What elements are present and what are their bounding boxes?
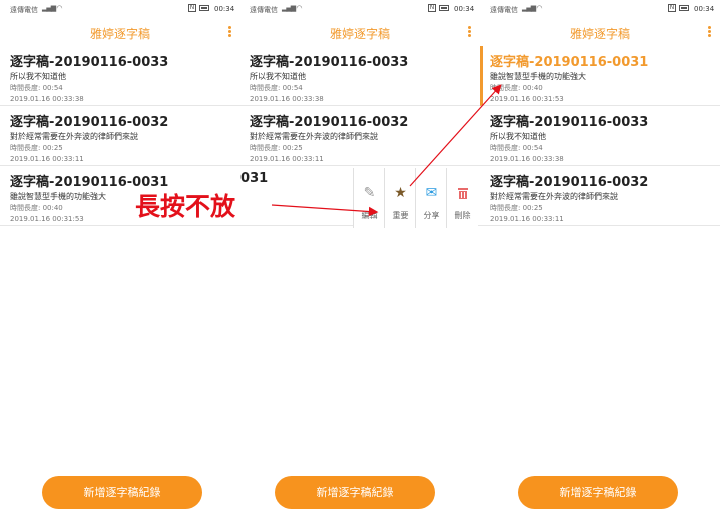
pencil-icon: ✎: [363, 185, 376, 201]
add-transcript-button[interactable]: 新增逐字稿紀錄: [42, 476, 202, 509]
item-date: 2019.01.16 00:31:53: [10, 215, 84, 223]
overflow-menu-icon[interactable]: [228, 26, 232, 38]
item-date: 2019.01.16 00:33:38: [490, 155, 564, 163]
item-title: 逐字稿-20190116-0033: [10, 55, 169, 70]
long-press-annotation: 長按不放: [135, 192, 236, 221]
nfc-icon: N: [668, 4, 676, 12]
item-description: 所以我不知道他: [10, 72, 66, 81]
starred-list-item[interactable]: 逐字稿-20190116-0031 雖說智慧型手機的功能強大 時間長度: 00:…: [480, 46, 720, 106]
status-bar: 遠傳電信 ▂▄▆ ◠ N 00:34: [480, 0, 720, 18]
item-description: 雖說智慧型手機的功能強大: [10, 192, 106, 201]
item-duration: 時間長度: 00:25: [250, 144, 303, 152]
battery-icon: [679, 5, 689, 11]
item-description: 對於經常需要在外奔波的律師們來說: [490, 192, 618, 201]
star-label: 重要: [392, 211, 409, 220]
item-description: 對於經常需要在外奔波的律師們來說: [10, 132, 138, 141]
delete-action[interactable]: 刪除: [446, 168, 477, 228]
item-description: 所以我不知道他: [250, 72, 306, 81]
list-item[interactable]: 逐字稿-20190116-0033 所以我不知道他 時間長度: 00:54 20…: [240, 46, 480, 106]
edit-action[interactable]: ✎ 編輯: [353, 168, 384, 228]
item-duration: 時間長度: 00:25: [10, 144, 63, 152]
item-title: 逐字稿-20190116-0033: [490, 115, 649, 130]
list-item[interactable]: 逐字稿-20190116-0032 對於經常需要在外奔波的律師們來說 時間長度:…: [240, 106, 480, 166]
transcript-list: 逐字稿-20190116-0031 雖說智慧型手機的功能強大 時間長度: 00:…: [480, 46, 720, 226]
share-action[interactable]: ✉ 分享: [415, 168, 446, 228]
item-date: 2019.01.16 00:33:38: [10, 95, 84, 103]
item-date: 2019.01.16 00:31:53: [490, 95, 564, 103]
mail-icon: ✉: [425, 185, 438, 201]
app-bar: 雅婷逐字稿: [0, 18, 240, 46]
item-title: 逐字稿-20190116-0032: [10, 115, 169, 130]
trash-icon: [447, 186, 478, 203]
item-date: 2019.01.16 00:33:11: [490, 215, 564, 223]
item-description: 雖說智慧型手機的功能強大: [490, 72, 586, 81]
clock: 00:34: [694, 5, 715, 13]
signal-icon: ▂▄▆ ◠: [282, 4, 303, 12]
add-transcript-button[interactable]: 新增逐字稿紀錄: [275, 476, 435, 509]
list-item[interactable]: 逐字稿-20190116-0033 所以我不知道他 時間長度: 00:54 20…: [480, 106, 720, 166]
app-title: 雅婷逐字稿: [569, 27, 630, 41]
phone-screen-3: 遠傳電信 ▂▄▆ ◠ N 00:34 雅婷逐字稿 逐字稿-20190116-00…: [480, 0, 720, 527]
phone-screen-1: 遠傳電信 ▂▄▆ ◠ N 00:34 雅婷逐字稿 逐字稿-20190116-00…: [0, 0, 240, 527]
overflow-menu-icon[interactable]: [468, 26, 472, 38]
item-title: 0031: [240, 171, 269, 186]
item-duration: 時間長度: 00:54: [250, 84, 303, 92]
clock: 00:34: [214, 5, 235, 13]
app-title: 雅婷逐字稿: [89, 27, 150, 41]
item-date: 2019.01.16 00:33:38: [250, 95, 324, 103]
item-title: 逐字稿-20190116-0032: [490, 175, 649, 190]
battery-icon: [439, 5, 449, 11]
swipe-actions: ✎ 編輯 ★ 重要 ✉ 分享 刪除: [353, 168, 478, 228]
star-icon: ★: [394, 185, 407, 201]
item-date: 2019.01.16 00:33:11: [250, 155, 324, 163]
status-bar: 遠傳電信 ▂▄▆ ◠ N 00:34: [240, 0, 480, 18]
item-date: 2019.01.16 00:33:11: [10, 155, 84, 163]
item-description: 對於經常需要在外奔波的律師們來說: [250, 132, 378, 141]
item-duration: 時間長度: 00:40: [10, 204, 63, 212]
star-action[interactable]: ★ 重要: [384, 168, 415, 228]
item-title: 逐字稿-20190116-0031: [490, 55, 649, 70]
status-bar: 遠傳電信 ▂▄▆ ◠ N 00:34: [0, 0, 240, 18]
nfc-icon: N: [188, 4, 196, 12]
item-duration: 時間長度: 00:25: [490, 204, 543, 212]
carrier-label: 遠傳電信: [490, 6, 518, 14]
app-bar: 雅婷逐字稿: [240, 18, 480, 46]
carrier-label: 遠傳電信: [10, 6, 38, 14]
clock: 00:34: [454, 5, 475, 13]
item-duration: 時間長度: 00:54: [490, 144, 543, 152]
edit-label: 編輯: [361, 211, 378, 220]
share-label: 分享: [423, 211, 440, 220]
list-item[interactable]: 逐字稿-20190116-0032 對於經常需要在外奔波的律師們來說 時間長度:…: [0, 106, 240, 166]
item-duration: 時間長度: 00:54: [10, 84, 63, 92]
nfc-icon: N: [428, 4, 436, 12]
signal-icon: ▂▄▆ ◠: [42, 4, 63, 12]
list-item[interactable]: 逐字稿-20190116-0032 對於經常需要在外奔波的律師們來說 時間長度:…: [480, 166, 720, 226]
carrier-label: 遠傳電信: [250, 6, 278, 14]
signal-icon: ▂▄▆ ◠: [522, 4, 543, 12]
battery-icon: [199, 5, 209, 11]
list-item[interactable]: 逐字稿-20190116-0033 所以我不知道他 時間長度: 00:54 20…: [0, 46, 240, 106]
item-title: 逐字稿-20190116-0032: [250, 115, 409, 130]
app-title: 雅婷逐字稿: [329, 27, 390, 41]
item-duration: 時間長度: 00:40: [490, 84, 543, 92]
overflow-menu-icon[interactable]: [708, 26, 712, 38]
add-transcript-button[interactable]: 新增逐字稿紀錄: [518, 476, 678, 509]
delete-label: 刪除: [454, 211, 471, 220]
app-bar: 雅婷逐字稿: [480, 18, 720, 46]
item-description: 所以我不知道他: [490, 132, 546, 141]
phone-screen-2: 遠傳電信 ▂▄▆ ◠ N 00:34 雅婷逐字稿 逐字稿-20190116-00…: [240, 0, 480, 527]
item-title: 逐字稿-20190116-0033: [250, 55, 409, 70]
